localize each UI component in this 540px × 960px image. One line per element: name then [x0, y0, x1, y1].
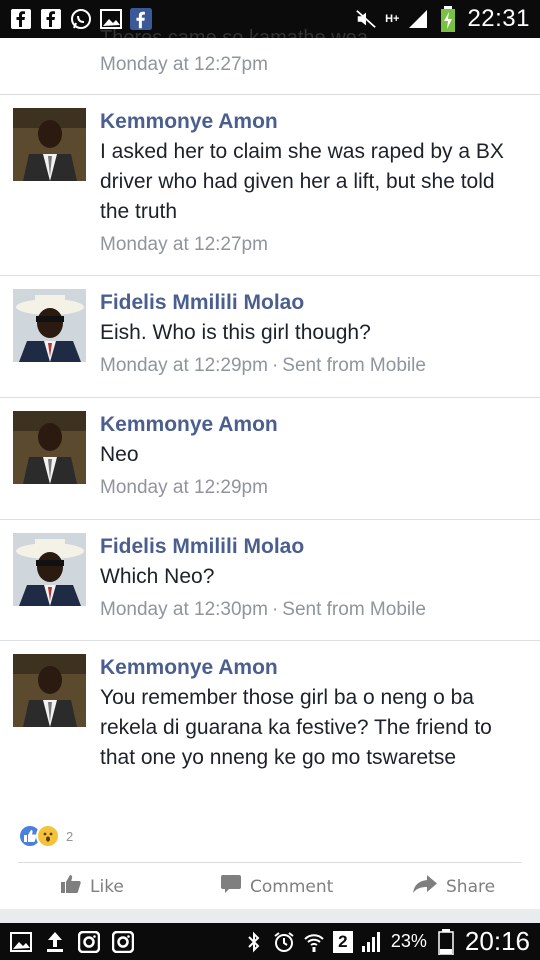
action-bar: Like Comment Share	[0, 866, 540, 906]
author-name[interactable]: Kemmonye Amon	[100, 410, 526, 440]
share-label: Share	[446, 876, 496, 897]
truncated-message-text: Theres came so kamathe wea	[100, 27, 368, 38]
wifi-icon	[303, 931, 325, 953]
like-label: Like	[90, 876, 124, 897]
reactions-summary[interactable]: 2	[18, 824, 73, 848]
comment-label: Comment	[250, 876, 334, 897]
instagram-icon	[78, 930, 100, 953]
message-item: Fidelis Mmilili Molao Eish. Who is this …	[0, 276, 540, 398]
reaction-count: 2	[66, 828, 74, 844]
share-arrow-icon	[412, 874, 438, 899]
message-text: Eish. Who is this girl though?	[100, 321, 371, 344]
upload-icon	[44, 931, 66, 953]
divider	[18, 862, 522, 863]
message-item: Kemmonye Amon I asked her to claim she w…	[0, 95, 540, 276]
share-button[interactable]: Share	[412, 874, 495, 899]
facebook-icon	[10, 8, 32, 30]
message-item: Fidelis Mmilili Molao Which Neo? Monday …	[0, 520, 540, 641]
timestamp[interactable]: Monday at 12:27pm	[100, 234, 268, 255]
message-item: Kemmonye Amon You remember those girl ba…	[0, 641, 540, 821]
battery-charging-icon	[437, 6, 459, 32]
comment-icon	[220, 874, 242, 899]
section-gap	[0, 909, 540, 923]
battery-percentage: 23%	[390, 931, 427, 951]
timestamp[interactable]: Monday at 12:30pm	[100, 599, 268, 620]
instagram-icon	[112, 930, 134, 953]
author-name[interactable]: Fidelis Mmilili Molao	[100, 532, 526, 562]
sent-from-label: Sent from Mobile	[282, 599, 426, 620]
message-meta: Monday at 12:29pm	[100, 474, 526, 502]
message-meta: Monday at 12:30pm · Sent from Mobile	[100, 599, 426, 620]
avatar[interactable]	[13, 289, 86, 362]
battery-icon	[435, 928, 457, 955]
signal-icon	[407, 8, 429, 30]
like-button[interactable]: Like	[60, 874, 124, 899]
avatar[interactable]	[13, 654, 86, 727]
image-icon	[10, 931, 32, 953]
message-feed: Theres came so kamathe wea Monday at 12:…	[0, 27, 540, 821]
notification-count: 2	[338, 931, 348, 951]
avatar[interactable]	[13, 533, 86, 606]
timestamp[interactable]: Monday at 12:27pm	[100, 54, 268, 75]
whatsapp-icon	[70, 8, 92, 30]
sent-from-label: Sent from Mobile	[282, 355, 426, 376]
timestamp[interactable]: Monday at 12:29pm	[100, 355, 268, 376]
message-meta: Monday at 12:27pm	[100, 51, 526, 79]
message-text: You remember those girl ba o neng o ba r…	[100, 686, 492, 769]
message-item: Kemmonye Amon Neo Monday at 12:29pm	[0, 398, 540, 520]
message-text: Neo	[100, 443, 139, 466]
author-name[interactable]: Fidelis Mmilili Molao	[100, 288, 526, 318]
network-type-label: H+	[385, 12, 400, 25]
clock-top: 22:31	[467, 5, 530, 32]
alarm-icon	[273, 931, 295, 953]
message-meta: Monday at 12:27pm	[100, 231, 526, 259]
message-text: Which Neo?	[100, 565, 215, 588]
author-name[interactable]: Kemmonye Amon	[100, 653, 526, 683]
facebook-icon	[40, 8, 62, 30]
wow-reaction-icon	[36, 824, 60, 848]
timestamp[interactable]: Monday at 12:29pm	[100, 477, 268, 498]
avatar[interactable]	[13, 108, 86, 181]
message-meta: Monday at 12:29pm · Sent from Mobile	[100, 355, 426, 376]
comment-button[interactable]: Comment	[220, 874, 333, 899]
message-text: I asked her to claim she was raped by a …	[100, 140, 504, 223]
avatar[interactable]	[13, 411, 86, 484]
status-bar-bottom: 2 23% 20:16	[0, 923, 540, 960]
message-item: Theres came so kamathe wea Monday at 12:…	[0, 27, 540, 95]
notification-count-badge: 2	[332, 930, 353, 953]
clock-bottom: 20:16	[464, 926, 530, 956]
author-name[interactable]: Kemmonye Amon	[100, 107, 526, 137]
signal-icon	[361, 931, 383, 953]
bluetooth-icon	[243, 931, 265, 953]
thumbs-up-icon	[60, 874, 82, 899]
